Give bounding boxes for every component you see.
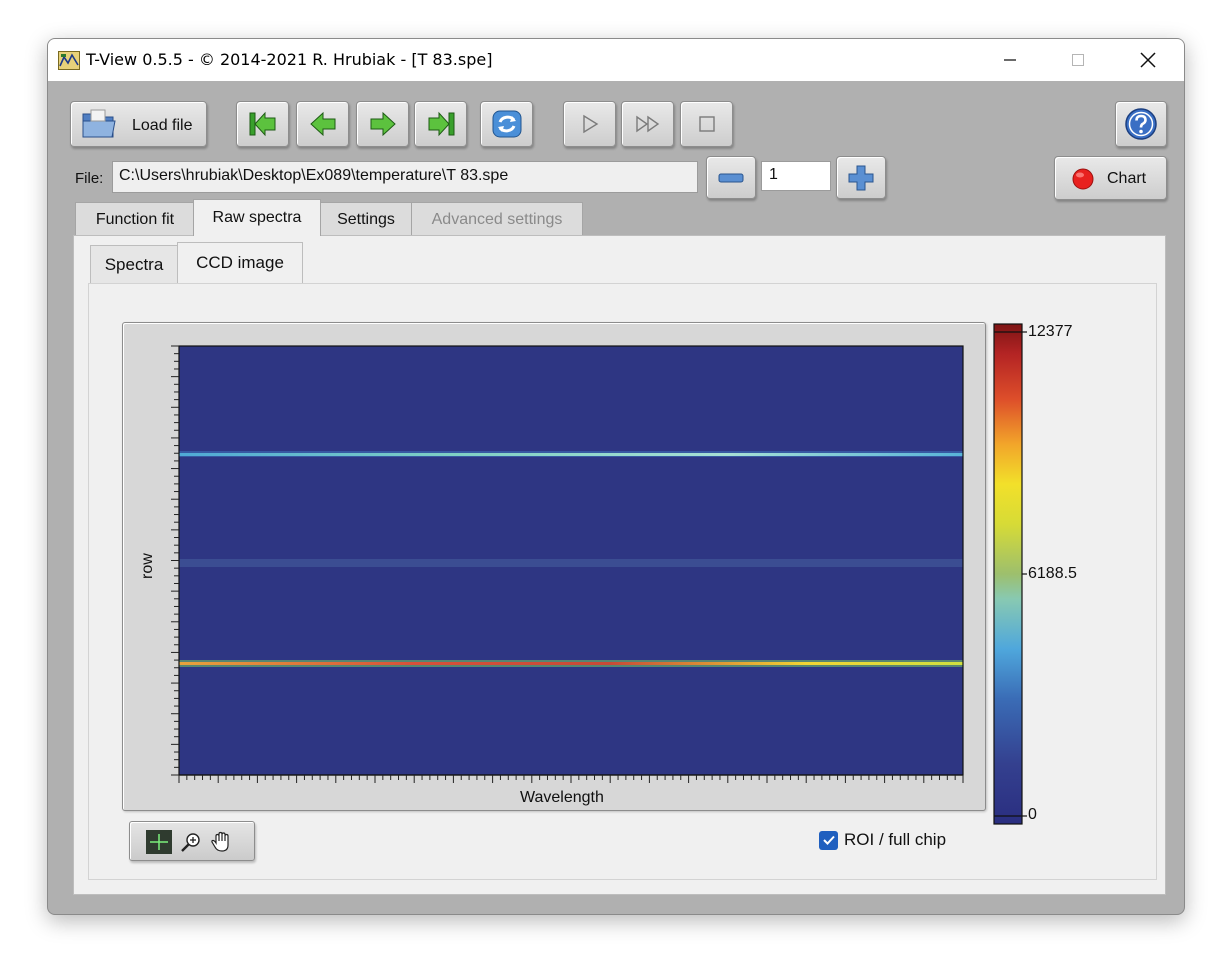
plot-tools [129,821,255,861]
ccd-plot-frame: Wavelength row [122,322,986,811]
refresh-icon [492,110,521,138]
first-file-button[interactable] [236,101,289,147]
help-button[interactable] [1115,101,1167,147]
signal-line-1 [179,453,963,456]
maximize-icon [1072,54,1084,66]
arrow-left-icon [309,111,335,137]
play-icon [582,114,598,134]
colorbar [993,323,1027,825]
y-axis-label: row [139,553,156,579]
app-icon [58,51,80,70]
roi-checkbox-box[interactable] [819,830,838,850]
last-file-button[interactable] [414,101,467,147]
arrow-right-icon [370,111,396,137]
stop-button[interactable] [680,101,733,147]
minimize-icon [1004,59,1016,61]
ccd-plot[interactable] [123,323,987,812]
tab-raw-spectra[interactable]: Raw spectra [193,199,321,236]
load-file-button[interactable]: Load file [70,101,207,147]
tab-settings[interactable]: Settings [320,202,412,236]
fast-forward-icon [635,115,659,133]
frame-number-input[interactable]: 1 [761,161,831,191]
chart-button[interactable]: Chart [1054,156,1167,200]
refresh-button[interactable] [480,101,533,147]
load-file-label: Load file [132,117,193,134]
minimize-button[interactable] [976,39,1044,81]
close-button[interactable] [1114,39,1182,81]
roi-band [179,559,963,567]
ccd-image-panel: Wavelength row 12377 6188.5 0 ROI / full… [88,283,1157,880]
zoom-tool-button[interactable] [178,830,204,854]
previous-file-button[interactable] [296,101,349,147]
zoom-icon [181,833,200,852]
minus-icon [718,173,744,182]
cursor-tool-button[interactable] [146,830,172,854]
decrement-button[interactable] [706,156,756,199]
tab-function-fit[interactable]: Function fit [75,202,195,236]
next-file-button[interactable] [356,101,409,147]
app-window: T-View 0.5.5 - © 2014-2021 R. Hrubiak - … [47,38,1185,915]
maximize-button[interactable] [1044,39,1112,81]
title-bar: T-View 0.5.5 - © 2014-2021 R. Hrubiak - … [48,39,1184,81]
subtab-spectra[interactable]: Spectra [90,245,178,283]
fast-forward-button[interactable] [621,101,674,147]
pan-tool-button[interactable] [209,830,235,854]
file-label: File: [75,170,104,187]
tab-advanced-settings: Advanced settings [411,202,583,236]
close-icon [1140,52,1156,68]
x-axis-label: Wavelength [520,789,604,806]
colorbar-mid-label: 6188.5 [1028,565,1077,582]
window-title: T-View 0.5.5 - © 2014-2021 R. Hrubiak - … [86,50,493,69]
file-path-input[interactable]: C:\Users\hrubiak\Desktop\Ex089\temperatu… [112,161,698,193]
play-button[interactable] [563,101,616,147]
roi-full-chip-checkbox[interactable]: ROI / full chip [819,830,946,850]
colorbar-gradient [993,323,1023,825]
stop-icon [698,116,715,132]
skip-first-icon [249,111,275,137]
subtab-ccd-image[interactable]: CCD image [177,242,303,283]
colorbar-max-label: 12377 [1028,323,1073,340]
signal-line-2 [179,662,963,665]
help-icon [1125,108,1157,140]
y-axis-ticks [171,345,179,776]
checkmark-icon [822,835,835,845]
skip-last-icon [428,111,454,137]
increment-button[interactable] [836,156,886,199]
hand-icon [211,831,229,852]
crosshair-icon [150,834,168,850]
record-icon [1072,168,1094,190]
folder-icon [82,109,116,138]
x-axis-ticks [178,775,964,783]
colorbar-min-label: 0 [1028,806,1037,823]
raw-spectra-panel: Spectra CCD image Wavelength row 12377 6… [73,235,1166,895]
roi-label: ROI / full chip [844,830,947,849]
plus-icon [848,165,874,190]
chart-label: Chart [1107,170,1147,187]
